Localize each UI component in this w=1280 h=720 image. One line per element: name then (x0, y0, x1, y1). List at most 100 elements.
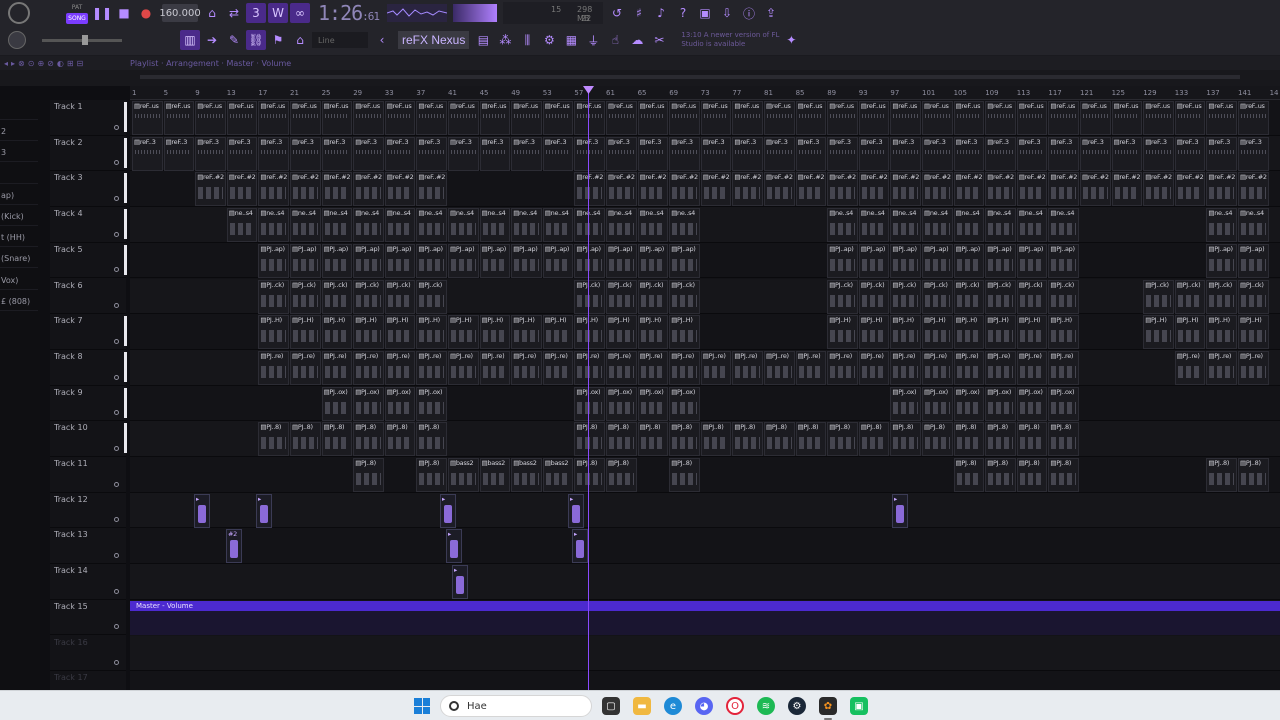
pattern-clip[interactable]: ▤PJ..ox) (669, 386, 700, 421)
step-edit-icon[interactable]: W (268, 3, 288, 23)
browser-item[interactable]: 2 (0, 123, 38, 142)
pattern-clip[interactable]: ▤reF..#2 (700, 172, 732, 207)
pattern-clip[interactable]: ▤PJ..ck) (1238, 279, 1269, 314)
pattern-clip[interactable]: ▤PJ..re) (827, 350, 858, 385)
track-mute-dot[interactable] (114, 267, 119, 273)
pattern-clip[interactable]: ▤reF..us (258, 101, 289, 135)
pattern-clip[interactable]: ▤ne..s4 (321, 208, 353, 243)
pattern-clip[interactable]: ▤ne..s4 (574, 208, 605, 243)
playlist-icon[interactable]: ▤ (473, 30, 493, 50)
fl-studio-icon[interactable]: ✿ (819, 697, 837, 720)
pattern-clip[interactable]: ▤PJ..re) (1174, 350, 1206, 385)
pattern-clip[interactable]: ▤reF..us (922, 101, 953, 135)
playhead[interactable] (588, 86, 589, 690)
track-header[interactable]: Track 12 (50, 493, 126, 529)
pattern-clip[interactable]: ▤PJ..re) (953, 350, 985, 385)
track-mute-dot[interactable] (114, 160, 119, 166)
pattern-clip[interactable]: ▤PJ..re) (511, 350, 542, 385)
pattern-clip[interactable]: ▤PJ..H) (985, 315, 1016, 350)
track-mute-dot[interactable] (114, 231, 119, 237)
track-mute-dot[interactable] (114, 374, 119, 380)
pattern-clip[interactable]: ▤reF..3 (384, 136, 416, 171)
pattern-clip[interactable]: ▤reF..us (1080, 101, 1111, 135)
pattern-clip[interactable]: ▤reF..us (637, 101, 669, 135)
pattern-clip[interactable]: ▤PJ..re) (606, 350, 637, 385)
pattern-clip[interactable]: ▤PJ..H) (384, 315, 416, 350)
track-select-bar[interactable] (124, 423, 127, 454)
pattern-clip[interactable]: ▤PJ..ck) (290, 279, 321, 314)
pattern-clip[interactable]: ▤PJ..ox) (985, 386, 1016, 421)
pattern-clip[interactable]: ▤reF..us (890, 101, 921, 135)
pattern-clip[interactable]: ▤ne..s4 (985, 208, 1016, 243)
pattern-clip[interactable]: ▤ne..s4 (827, 208, 858, 243)
pattern-clip[interactable]: ▤ne..s4 (922, 208, 953, 243)
pattern-clip[interactable]: ▤PJ..ap) (448, 243, 479, 278)
pattern-clip[interactable]: ▤reF..us (195, 101, 226, 135)
pattern-clip[interactable]: ▤ne..s4 (1238, 208, 1269, 243)
pattern-clip[interactable]: ▤PJ..ap) (1016, 243, 1048, 278)
pattern-clip[interactable]: ▤reF..3 (163, 136, 195, 171)
pattern-clip[interactable]: ▤PJ..8) (606, 422, 637, 457)
pat-song-toggle[interactable]: PAT SONG (66, 2, 88, 24)
pattern-clip[interactable]: ▤reF..us (1016, 101, 1048, 135)
pattern-clip[interactable]: ▤reF..us (132, 101, 163, 135)
pattern-clip[interactable]: ▤PJ..re) (1016, 350, 1048, 385)
pattern-clip[interactable]: ▤reF..#2 (953, 172, 985, 207)
pattern-clip[interactable]: ▤PJ..re) (1206, 350, 1237, 385)
pattern-clip[interactable]: ▤PJ..8) (574, 422, 605, 457)
pattern-clip[interactable]: ▤PJ..ck) (858, 279, 890, 314)
track-lane[interactable] (130, 635, 1280, 672)
pattern-clip[interactable]: ▤PJ..8) (574, 458, 605, 492)
pattern-clip[interactable]: ▤PJ..re) (700, 350, 732, 385)
pattern-clip[interactable]: ▤reF..#2 (922, 172, 953, 207)
pattern-clip[interactable]: ▤PJ..H) (416, 315, 447, 350)
task-view-icon[interactable]: ▢ (602, 697, 620, 715)
pattern-clip[interactable]: ▤reF..us (606, 101, 637, 135)
pattern-clip[interactable]: ▤reF..3 (542, 136, 574, 171)
scroll-thumb[interactable] (140, 75, 1240, 79)
pattern-clip[interactable]: ▤reF..3 (448, 136, 479, 171)
plug-icon[interactable]: ⏚ (583, 30, 603, 50)
pattern-clip[interactable]: ▤PJ..ox) (606, 386, 637, 421)
pattern-clip[interactable]: ▤reF..us (669, 101, 700, 135)
pattern-clip[interactable]: ▤reF..#2 (1206, 172, 1237, 207)
track-header[interactable]: Track 5 (50, 243, 127, 279)
pattern-clip[interactable]: ▤reF..us (448, 101, 479, 135)
pattern-clip[interactable]: ▤PJ..re) (321, 350, 353, 385)
pattern-clip[interactable]: ▤PJ..8) (858, 422, 890, 457)
pattern-clip[interactable]: ▤reF..3 (764, 136, 795, 171)
pattern-clip[interactable]: ▤PJ..H) (258, 315, 289, 350)
scissors-icon[interactable]: ✂ (649, 30, 669, 50)
pattern-clip[interactable]: ▤PJ..ap) (1206, 243, 1237, 278)
pattern-clip[interactable]: ▤reF..us (353, 101, 384, 135)
opera-icon[interactable]: O (726, 697, 744, 715)
pattern-clip[interactable]: ▤reF..us (226, 101, 258, 135)
pattern-clip[interactable]: ▤PJ..ox) (353, 386, 384, 421)
pattern-clip[interactable]: ▤PJ..re) (795, 350, 827, 385)
pattern-clip[interactable]: ▤PJ..H) (574, 315, 605, 350)
track-select-bar[interactable] (124, 244, 127, 275)
cloud-icon[interactable]: ☁ (627, 30, 647, 50)
timeline-ruler[interactable]: 1 5 9 13 17 21 25 29 33 37 41 45 49 53 57 61 65 69 73 77 81 8… (130, 86, 1280, 100)
pattern-clip[interactable]: ▤reF..us (764, 101, 795, 135)
pattern-clip[interactable]: ▤PJ..ck) (637, 279, 669, 314)
master-volume-knob[interactable] (8, 31, 26, 49)
pattern-clip[interactable]: ▤PJ..ck) (953, 279, 985, 314)
pattern-clip[interactable]: ▤PJ..ox) (574, 386, 605, 421)
pattern-clip[interactable]: ▤reF..us (985, 101, 1016, 135)
pattern-clip[interactable]: ▤PJ..H) (321, 315, 353, 350)
fl-menu-icon[interactable] (8, 2, 30, 24)
pattern-clip[interactable]: ▤reF..#2 (827, 172, 858, 207)
pattern-clip[interactable]: ▤PJ..ox) (1048, 386, 1079, 421)
lock-icon[interactable]: ⌂ (290, 30, 310, 50)
touch-icon[interactable]: ☝ (605, 30, 625, 50)
browser-item[interactable]: £ (808) (0, 293, 38, 311)
pattern-clip[interactable]: ▤PJ..8) (669, 458, 700, 492)
pattern-clip[interactable]: ▤reF..#2 (1174, 172, 1206, 207)
pattern-clip[interactable]: ▤PJ..H) (1206, 315, 1237, 350)
pattern-clip[interactable]: ▤reF..3 (321, 136, 353, 171)
taskbar-search[interactable]: Hae (440, 695, 592, 717)
pattern-clip[interactable]: ▤PJ..ck) (922, 279, 953, 314)
pattern-clip[interactable]: ▤PJ..8) (890, 422, 921, 457)
track-mute-dot[interactable] (114, 624, 119, 630)
